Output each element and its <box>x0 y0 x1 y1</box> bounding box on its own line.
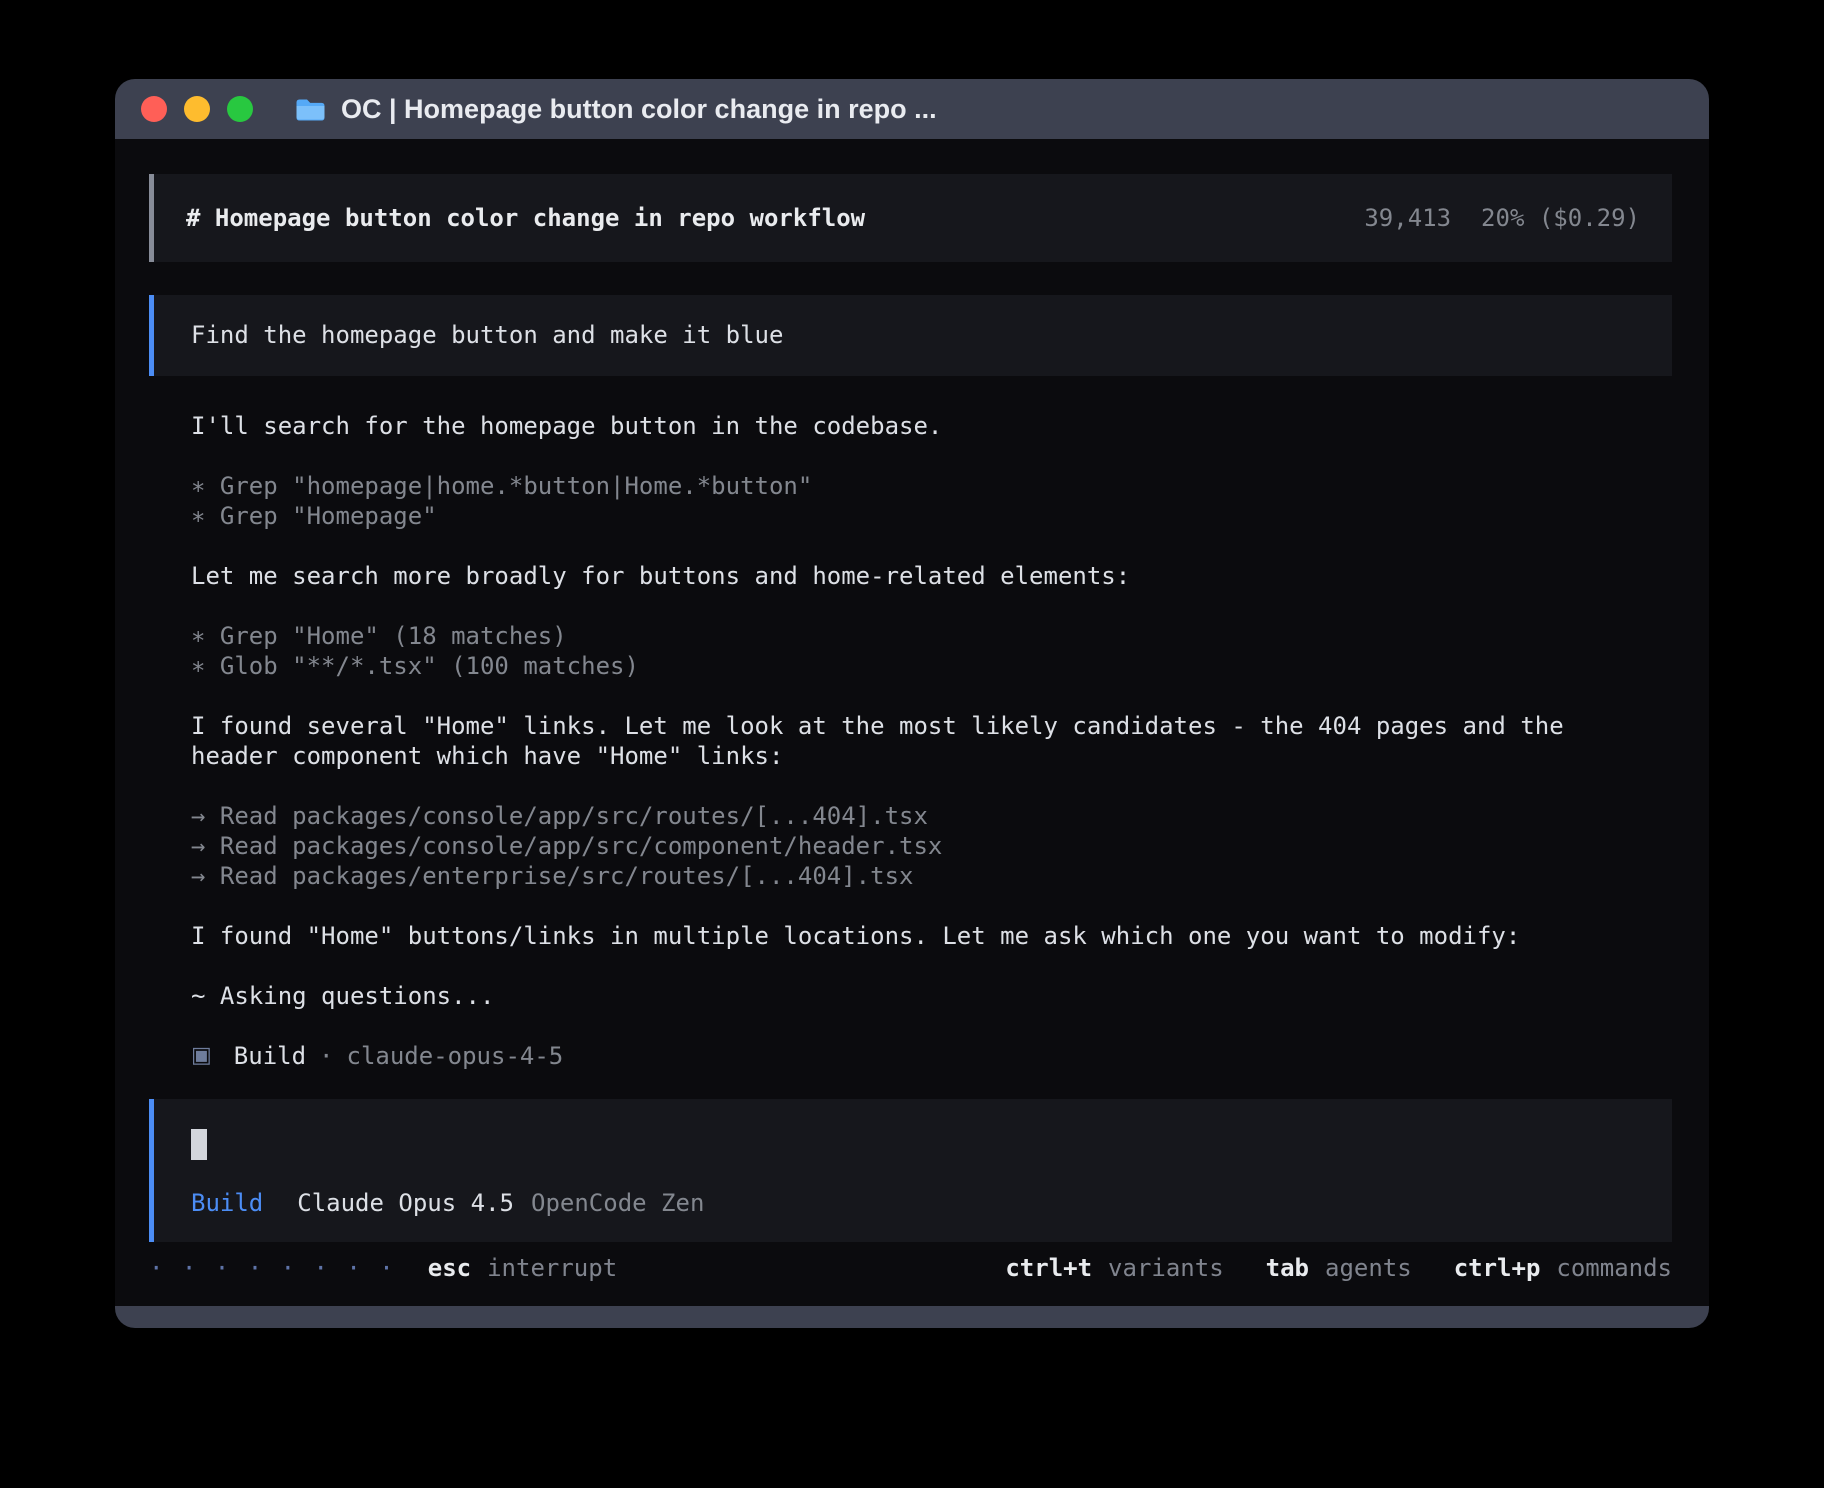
conversation-line: ∗ Glob "**/*.tsx" (100 matches) <box>191 651 1672 681</box>
input-meta: Build Claude Opus 4.5 OpenCode Zen <box>191 1188 1635 1218</box>
titlebar[interactable]: OC | Homepage button color change in rep… <box>115 79 1709 139</box>
session-stats: 39,413 20% ($0.29) <box>1364 204 1640 232</box>
model-selector[interactable]: Claude Opus 4.5 <box>297 1188 514 1218</box>
conversation-block: Let me search more broadly for buttons a… <box>191 561 1672 591</box>
agent-name: Build <box>234 1041 306 1071</box>
zoom-button[interactable] <box>227 96 253 122</box>
shortcut-variants[interactable]: ctrl+t variants <box>1005 1253 1223 1283</box>
conversation-block: I found "Home" buttons/links in multiple… <box>191 921 1672 951</box>
shortcut-key: ctrl+p <box>1454 1253 1541 1283</box>
status-bar: · · · · · · · · esc interrupt ctrl+t vari… <box>149 1253 1672 1283</box>
agent-icon: ▣ <box>191 1041 212 1071</box>
conversation-block: ~ Asking questions... <box>191 981 1672 1011</box>
conversation-line: ∗ Grep "Homepage" <box>191 501 1672 531</box>
terminal-window: OC | Homepage button color change in rep… <box>115 79 1709 1328</box>
conversation-line: header component which have "Home" links… <box>191 741 1672 771</box>
conversation-line: ∗ Grep "Home" (18 matches) <box>191 621 1672 651</box>
agent-model: claude-opus-4-5 <box>347 1041 564 1071</box>
token-count: 39,413 <box>1364 204 1451 232</box>
spinner-dots: · · · · · · · · <box>149 1253 396 1283</box>
shortcut-key: ctrl+t <box>1005 1253 1092 1283</box>
conversation-line: → Read packages/enterprise/src/routes/[.… <box>191 861 1672 891</box>
conversation-line: ~ Asking questions... <box>191 981 1672 1011</box>
conversation-line: Let me search more broadly for buttons a… <box>191 561 1672 591</box>
prompt-input[interactable]: Build Claude Opus 4.5 OpenCode Zen <box>149 1099 1672 1242</box>
conversation-line: → Read packages/console/app/src/routes/[… <box>191 801 1672 831</box>
footer-shortcuts: ctrl+t variants tab agents ctrl+p commands <box>1005 1253 1672 1283</box>
shortcut-label: variants <box>1108 1253 1224 1283</box>
conversation-block: I'll search for the homepage button in t… <box>191 411 1672 441</box>
conversation-block: ∗ Grep "Home" (18 matches)∗ Glob "**/*.t… <box>191 621 1672 681</box>
traffic-lights <box>141 96 253 122</box>
minimize-button[interactable] <box>184 96 210 122</box>
conversation-line: I'll search for the homepage button in t… <box>191 411 1672 441</box>
titlebar-title-group: OC | Homepage button color change in rep… <box>295 94 937 125</box>
session-header: # Homepage button color change in repo w… <box>149 174 1672 262</box>
conversation-block: → Read packages/console/app/src/routes/[… <box>191 801 1672 891</box>
conversation-line: I found "Home" buttons/links in multiple… <box>191 921 1672 951</box>
user-message-text: Find the homepage button and make it blu… <box>191 321 783 349</box>
text-cursor <box>191 1129 207 1160</box>
conversation: I'll search for the homepage button in t… <box>191 411 1672 1041</box>
conversation-line: ∗ Grep "homepage|home.*button|Home.*butt… <box>191 471 1672 501</box>
conversation-block: ∗ Grep "homepage|home.*button|Home.*butt… <box>191 471 1672 531</box>
shortcut-key: esc <box>428 1253 471 1283</box>
shortcut-key: tab <box>1266 1253 1309 1283</box>
user-message: Find the homepage button and make it blu… <box>149 295 1672 376</box>
mode-selector[interactable]: Build <box>191 1188 263 1218</box>
context-usage: 20% ($0.29) <box>1481 204 1640 232</box>
shortcut-commands[interactable]: ctrl+p commands <box>1454 1253 1672 1283</box>
window-bottom-chrome <box>115 1306 1709 1328</box>
shortcut-interrupt[interactable]: esc interrupt <box>428 1253 617 1283</box>
folder-icon <box>295 97 326 122</box>
status-separator: · <box>319 1041 333 1071</box>
conversation-line: → Read packages/console/app/src/componen… <box>191 831 1672 861</box>
conversation-line: I found several "Home" links. Let me loo… <box>191 711 1672 741</box>
shortcut-agents[interactable]: tab agents <box>1266 1253 1412 1283</box>
terminal-content: # Homepage button color change in repo w… <box>115 139 1709 1306</box>
conversation-block: I found several "Home" links. Let me loo… <box>191 711 1672 771</box>
agent-status-line: ▣ Build · claude-opus-4-5 <box>191 1041 1672 1071</box>
provider-label: OpenCode Zen <box>531 1188 704 1218</box>
shortcut-label: interrupt <box>487 1253 617 1283</box>
session-title: # Homepage button color change in repo w… <box>186 204 865 232</box>
shortcut-label: commands <box>1556 1253 1672 1283</box>
window-title: OC | Homepage button color change in rep… <box>341 94 937 125</box>
close-button[interactable] <box>141 96 167 122</box>
shortcut-label: agents <box>1325 1253 1412 1283</box>
